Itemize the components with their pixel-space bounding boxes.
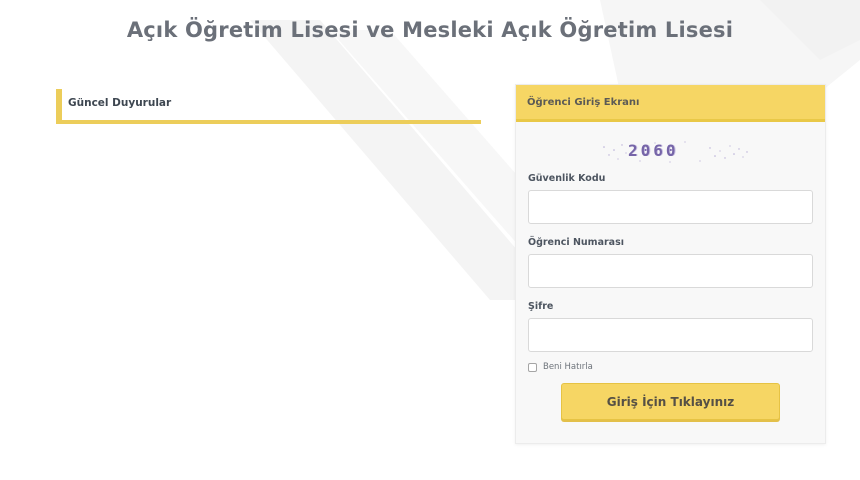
announcements-section: Güncel Duyurular: [56, 89, 481, 124]
captcha-image: 2060: [600, 139, 750, 165]
login-submit-button[interactable]: Giriş İçin Tıklayınız: [561, 383, 780, 420]
student-number-label: Öğrenci Numarası: [528, 237, 624, 248]
announcements-title: Güncel Duyurular: [68, 97, 172, 109]
captcha-code: 2060: [628, 141, 679, 160]
remember-me[interactable]: Beni Hatırla: [528, 362, 593, 372]
login-panel: Öğrenci Giriş Ekranı 2060 Güvenlik Kodu …: [515, 84, 826, 444]
remember-me-checkbox[interactable]: [528, 362, 537, 372]
password-input[interactable]: [528, 318, 813, 352]
security-code-label: Güvenlik Kodu: [528, 173, 606, 184]
security-code-input[interactable]: [528, 190, 813, 224]
page-title: Açık Öğretim Lisesi ve Mesleki Açık Öğre…: [126, 18, 734, 42]
password-label: Şifre: [528, 301, 554, 312]
login-header: Öğrenci Giriş Ekranı: [516, 85, 825, 122]
student-number-input[interactable]: [528, 254, 813, 288]
remember-me-label[interactable]: Beni Hatırla: [543, 362, 593, 372]
